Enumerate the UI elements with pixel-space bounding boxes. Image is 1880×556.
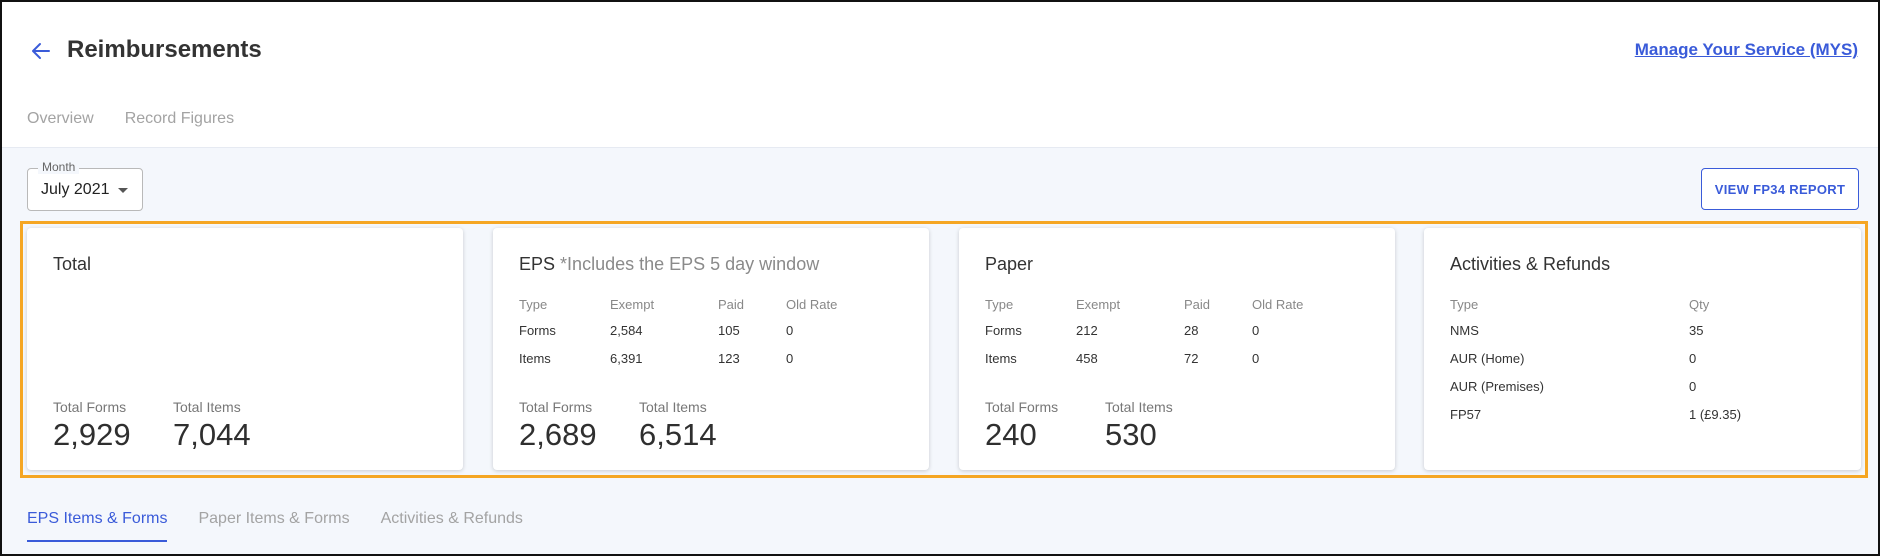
cell-qty: 0 <box>1689 350 1697 366</box>
eps-card: EPS *Includes the EPS 5 day window Type … <box>493 228 929 470</box>
table-row: Forms 212 28 0 <box>985 316 1303 344</box>
paper-table: Type Exempt Paid Old Rate Forms 212 28 0… <box>985 292 1303 372</box>
table-row: NMS 35 <box>1450 316 1741 344</box>
total-items-label: Total Items <box>173 399 241 415</box>
activities-table: Type Qty NMS 35 AUR (Home) 0 AUR (Premis… <box>1450 292 1741 428</box>
col-type: Type <box>1450 296 1479 312</box>
eps-title: EPS <box>519 254 556 274</box>
page-header: Reimbursements Manage Your Service (MYS)… <box>2 2 1878 147</box>
view-fp34-report-button[interactable]: VIEW FP34 REPORT <box>1701 168 1859 210</box>
cell-exempt: 2,584 <box>610 322 643 338</box>
total-forms-value: 2,929 <box>53 417 131 452</box>
month-select-label: Month <box>38 160 80 174</box>
cell-type: AUR (Premises) <box>1450 378 1544 394</box>
eps-table: Type Exempt Paid Old Rate Forms 2,584 10… <box>519 292 837 372</box>
total-items-value: 6,514 <box>639 417 717 452</box>
caret-down-icon <box>118 188 128 193</box>
activities-card-title: Activities & Refunds <box>1450 254 1611 274</box>
manage-your-service-link[interactable]: Manage Your Service (MYS) <box>1635 40 1858 60</box>
activities-refunds-card: Activities & Refunds Type Qty NMS 35 AUR… <box>1424 228 1861 470</box>
total-forms: Total Forms 2,929 <box>53 399 173 453</box>
table-header-row: Type Exempt Paid Old Rate <box>985 292 1303 316</box>
tab-record-figures[interactable]: Record Figures <box>125 110 234 128</box>
cell-type: Items <box>985 350 1017 366</box>
total-items: Total Items 7,044 <box>173 399 293 453</box>
table-header-row: Type Exempt Paid Old Rate <box>519 292 837 316</box>
paper-card: Paper Type Exempt Paid Old Rate Forms 21… <box>959 228 1395 470</box>
month-select-value: July 2021 <box>41 181 110 198</box>
col-exempt: Exempt <box>1076 296 1121 312</box>
arrow-left-icon <box>32 43 50 59</box>
cell-old-rate: 0 <box>786 322 794 338</box>
cell-old-rate: 0 <box>1252 350 1260 366</box>
total-forms-value: 2,689 <box>519 417 597 452</box>
cell-qty: 1 (£9.35) <box>1689 406 1742 422</box>
cell-exempt: 458 <box>1076 350 1098 366</box>
total-items: Total Items 530 <box>1105 399 1225 453</box>
eps-card-title: EPS *Includes the EPS 5 day window <box>519 254 819 275</box>
col-qty: Qty <box>1689 296 1710 312</box>
app-frame: Reimbursements Manage Your Service (MYS)… <box>0 0 1880 556</box>
cell-type: NMS <box>1450 322 1479 338</box>
cell-type: Forms <box>985 322 1022 338</box>
cell-paid: 28 <box>1184 322 1199 338</box>
cell-exempt: 212 <box>1076 322 1098 338</box>
total-items-label: Total Items <box>1105 399 1173 415</box>
table-row: Items 6,391 123 0 <box>519 344 837 372</box>
col-type: Type <box>519 296 548 312</box>
total-items-value: 7,044 <box>173 417 251 452</box>
total-items-label: Total Items <box>639 399 707 415</box>
table-row: Items 458 72 0 <box>985 344 1303 372</box>
paper-card-totals: Total Forms 240 Total Items 530 <box>985 399 1225 453</box>
cell-old-rate: 0 <box>786 350 794 366</box>
total-items: Total Items 6,514 <box>639 399 759 453</box>
col-old-rate: Old Rate <box>786 296 838 312</box>
total-card-title: Total <box>53 254 92 274</box>
total-forms-label: Total Forms <box>519 399 593 415</box>
cell-qty: 0 <box>1689 378 1697 394</box>
table-row: AUR (Home) 0 <box>1450 344 1741 372</box>
total-items-value: 530 <box>1105 417 1157 452</box>
page-title: Reimbursements <box>67 36 262 63</box>
col-exempt: Exempt <box>610 296 655 312</box>
back-button[interactable] <box>28 38 54 64</box>
tab-paper-items-forms[interactable]: Paper Items & Forms <box>198 510 349 542</box>
tab-eps-items-forms[interactable]: EPS Items & Forms <box>27 510 168 542</box>
content-area: Month July 2021 VIEW FP34 REPORT Total T… <box>2 147 1878 554</box>
cell-type: Items <box>519 350 551 366</box>
table-row: FP57 1 (£9.35) <box>1450 400 1741 428</box>
cell-paid: 105 <box>718 322 740 338</box>
cell-paid: 123 <box>718 350 740 366</box>
cell-type: AUR (Home) <box>1450 350 1525 366</box>
cell-qty: 35 <box>1689 322 1704 338</box>
cell-type: Forms <box>519 322 556 338</box>
cell-type: FP57 <box>1450 406 1482 422</box>
col-paid: Paid <box>718 296 745 312</box>
total-forms: Total Forms 240 <box>985 399 1105 453</box>
total-forms-label: Total Forms <box>985 399 1059 415</box>
cell-paid: 72 <box>1184 350 1199 366</box>
total-card-totals: Total Forms 2,929 Total Items 7,044 <box>53 399 293 453</box>
col-old-rate: Old Rate <box>1252 296 1304 312</box>
tab-overview[interactable]: Overview <box>27 110 94 128</box>
paper-card-title: Paper <box>985 254 1034 274</box>
cell-exempt: 6,391 <box>610 350 643 366</box>
total-forms-value: 240 <box>985 417 1037 452</box>
bottom-tabs: EPS Items & Forms Paper Items & Forms Ac… <box>27 510 523 542</box>
total-forms-label: Total Forms <box>53 399 127 415</box>
eps-subtitle: *Includes the EPS 5 day window <box>560 254 820 274</box>
eps-card-totals: Total Forms 2,689 Total Items 6,514 <box>519 399 759 453</box>
cell-old-rate: 0 <box>1252 322 1260 338</box>
col-paid: Paid <box>1184 296 1211 312</box>
top-tabs: Overview Record Figures <box>27 110 234 128</box>
table-header-row: Type Qty <box>1450 292 1741 316</box>
table-row: AUR (Premises) 0 <box>1450 372 1741 400</box>
tab-activities-refunds[interactable]: Activities & Refunds <box>381 510 523 542</box>
total-card: Total Total Forms 2,929 Total Items 7,04… <box>27 228 463 470</box>
table-row: Forms 2,584 105 0 <box>519 316 837 344</box>
col-type: Type <box>985 296 1014 312</box>
total-forms: Total Forms 2,689 <box>519 399 639 453</box>
month-select[interactable]: Month July 2021 <box>27 160 143 211</box>
